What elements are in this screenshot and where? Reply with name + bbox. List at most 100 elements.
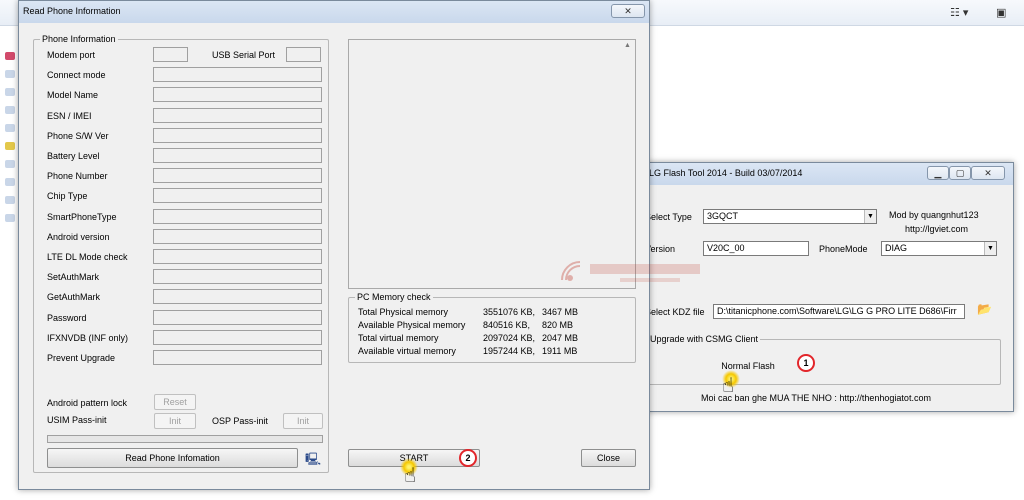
field-label: Battery Level (47, 151, 100, 161)
memory-mb: 3467 MB (542, 307, 579, 317)
sidebar-icon (5, 52, 15, 60)
field-value (153, 249, 322, 264)
hand-cursor-icon: ☝ (722, 375, 735, 397)
field-label: ESN / IMEI (47, 111, 92, 121)
field-label: SetAuthMark (47, 272, 100, 282)
phone-info-group-label: Phone Information (40, 34, 118, 44)
sidebar-icon (5, 214, 15, 222)
memory-kb: 3551076 KB, (483, 307, 536, 317)
field-value (153, 209, 322, 224)
memory-mb: 2047 MB (542, 333, 579, 343)
preview-pane-icon[interactable]: ▣ (996, 6, 1006, 19)
memory-kb: 1957244 KB, (483, 346, 536, 356)
chevron-down-icon: ▼ (864, 210, 876, 223)
phone-mode-dropdown[interactable]: DIAG ▼ (881, 241, 997, 256)
phone-mode-value: DIAG (885, 243, 908, 253)
usb-serial-port-field (286, 47, 321, 62)
phone-mode-label: PhoneMode (819, 244, 868, 254)
memory-mb: 820 MB (542, 320, 574, 330)
reset-button[interactable]: Reset (154, 394, 196, 410)
sidebar-icon (5, 70, 15, 78)
sidebar-icon (5, 142, 15, 150)
read-phone-info-button[interactable]: Read Phone Infomation (47, 448, 298, 468)
usb-serial-port-label: USB Serial Port (212, 50, 276, 60)
select-type-label: Select Type (645, 212, 692, 222)
field-value (153, 350, 322, 365)
close-dialog-button[interactable]: Close (581, 449, 636, 467)
sidebar-icon (5, 88, 15, 96)
osp-pass-init-label: OSP Pass-init (212, 416, 268, 426)
sidebar-icon (5, 196, 15, 204)
memory-label: Total Physical memory (358, 307, 449, 317)
version-input[interactable]: V20C_00 (703, 241, 809, 256)
memory-kb: 840516 KB, (483, 320, 531, 330)
kdz-path-input[interactable]: D:\titanicphone.com\Software\LG\LG G PRO… (713, 304, 965, 319)
field-label: IFXNVDB (INF only) (47, 333, 129, 343)
scroll-up-icon[interactable]: ▲ (624, 42, 633, 51)
field-label: SmartPhoneType (47, 212, 117, 222)
field-value (153, 108, 322, 123)
field-value (153, 269, 322, 284)
field-label: Prevent Upgrade (47, 353, 116, 363)
memory-label: Total virtual memory (358, 333, 439, 343)
sidebar-icon (5, 124, 15, 132)
memory-kb: 2097024 KB, (483, 333, 536, 343)
field-label: Phone Number (47, 171, 108, 181)
field-label: Password (47, 313, 87, 323)
memory-label: Available virtual memory (358, 346, 456, 356)
mod-url-text: http://lgviet.com (905, 224, 969, 234)
upgrade-group-label: Upgrade with CSMG Client (648, 334, 761, 344)
flash-tool-titlebar: LG Flash Tool 2014 - Build 03/07/2014 ▁ … (641, 163, 1013, 185)
computer-icon[interactable]: 🖳 (305, 450, 321, 471)
field-value (153, 87, 322, 102)
select-type-dropdown[interactable]: 3GQCT ▼ (703, 209, 877, 224)
field-label: LTE DL Mode check (47, 252, 128, 262)
maximize-button[interactable]: ▢ (949, 166, 971, 180)
field-label: Modem port (47, 50, 96, 60)
select-type-value: 3GQCT (707, 211, 739, 221)
kdz-label: Select KDZ file (645, 307, 705, 317)
field-value (153, 330, 322, 345)
chevron-down-icon: ▼ (984, 242, 996, 255)
view-options-icon[interactable]: ☷ ▾ (950, 6, 968, 19)
mod-by-text: Mod by quangnhut123 (889, 210, 979, 220)
normal-flash-button[interactable]: Normal Flash (698, 358, 798, 376)
watermark-logo (561, 261, 700, 282)
close-button[interactable]: ✕ (611, 4, 645, 18)
field-value (153, 229, 322, 244)
field-label: Chip Type (47, 191, 88, 201)
sidebar-icon (5, 160, 15, 168)
step-badge-1: 1 (797, 354, 815, 372)
field-value (153, 188, 322, 203)
memory-mb: 1911 MB (542, 346, 578, 356)
field-label: Model Name (47, 90, 99, 100)
usim-init-button[interactable]: Init (154, 413, 196, 429)
field-value (153, 289, 322, 304)
field-label: Connect mode (47, 70, 106, 80)
flash-tool-title: LG Flash Tool 2014 - Build 03/07/2014 (649, 168, 803, 178)
field-label: GetAuthMark (47, 292, 101, 302)
footer-text: Moi cac ban ghe MUA THE NHO : http://the… (701, 393, 931, 403)
step-badge-2: 2 (459, 449, 477, 467)
close-button[interactable]: ✕ (971, 166, 1005, 180)
sidebar-icon (5, 178, 15, 186)
minimize-button[interactable]: ▁ (927, 166, 949, 180)
field-value (153, 168, 322, 183)
progress-bar (47, 435, 323, 443)
upgrade-group: Upgrade with CSMG Client Normal Flash (645, 334, 1001, 385)
field-value (153, 148, 322, 163)
folder-open-icon[interactable]: 📂 (977, 302, 992, 316)
usim-pass-init-label: USIM Pass-init (47, 415, 107, 425)
read-phone-titlebar: Read Phone Information ✕ (19, 1, 649, 23)
field-label: Phone S/W Ver (47, 131, 109, 141)
field-value (153, 47, 188, 62)
osp-init-button[interactable]: Init (283, 413, 323, 429)
memory-label: Available Physical memory (358, 320, 466, 330)
read-phone-window: Read Phone Information ✕ Phone Informati… (18, 0, 650, 490)
field-value (153, 67, 322, 82)
sidebar-icon (5, 106, 15, 114)
field-label: Android version (47, 232, 110, 242)
android-pattern-lock-label: Android pattern lock (47, 398, 128, 408)
field-value (153, 128, 322, 143)
pc-memory-group-label: PC Memory check (355, 292, 433, 302)
